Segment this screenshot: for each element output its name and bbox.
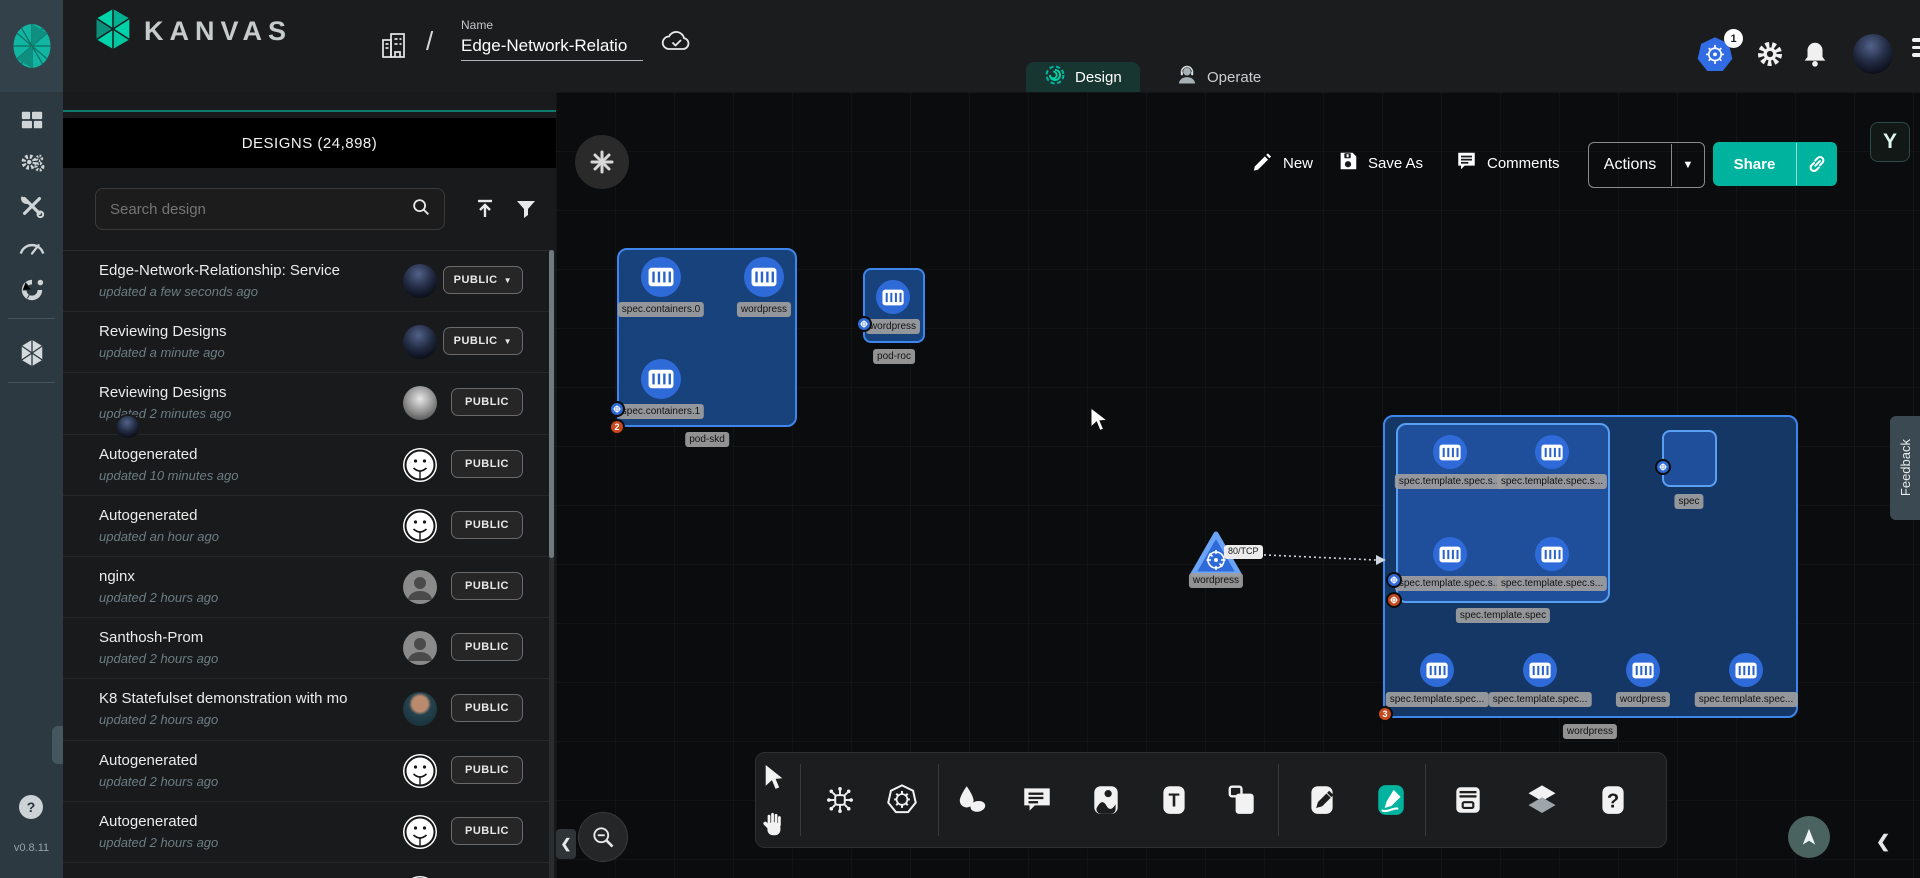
container-node[interactable] (641, 359, 681, 399)
group-label: pod-skd (685, 432, 729, 447)
container-node[interactable] (1626, 653, 1660, 687)
kubernetes-shapes-tool[interactable] (878, 776, 926, 824)
help-tool[interactable]: ? (1589, 776, 1637, 824)
node-label: spec.template.spec.s... (1395, 474, 1505, 489)
svg-text:?: ? (1607, 790, 1619, 812)
right-panel-toggle-label: Y (1883, 130, 1897, 154)
pod-badge (609, 401, 625, 417)
edge-service-to-deployment (1240, 542, 1392, 577)
group-label: wordpress (1563, 724, 1617, 739)
service-label: wordpress (1189, 573, 1243, 588)
container-node[interactable] (1433, 537, 1467, 571)
pan-hand-tool[interactable] (760, 810, 786, 840)
container-node[interactable] (876, 280, 910, 314)
container-node[interactable] (1420, 653, 1454, 687)
node-label: spec.template.spec... (1386, 692, 1489, 707)
service-port-label: 80/TCP (1224, 545, 1263, 559)
container-node[interactable] (1729, 653, 1763, 687)
issue-badge: 3 (1377, 706, 1393, 722)
kanvas-app: KANVAS / Name Edge-Network-Relatio 1 (0, 0, 1920, 878)
container-node[interactable] (744, 257, 784, 297)
pen-tool[interactable] (1298, 776, 1346, 824)
issue-badge (1386, 592, 1402, 608)
toolbar-divider (800, 764, 801, 836)
issue-badge: 2 (609, 419, 625, 435)
media-tool[interactable] (1082, 776, 1130, 824)
node-label: spec.template.spec.s... (1497, 474, 1607, 489)
comment-tool[interactable] (1013, 776, 1061, 824)
drawer-tool[interactable] (1444, 776, 1492, 824)
connect-nodes-tool[interactable] (816, 776, 864, 824)
feedback-label: Feedback (1898, 439, 1913, 496)
collaborator-avatar (115, 414, 141, 440)
container-node[interactable] (1433, 435, 1467, 469)
collapse-panel-chevron[interactable]: ❮ (556, 829, 576, 859)
mouse-cursor (1089, 407, 1109, 438)
group-spec[interactable] (1662, 430, 1717, 487)
pod-badge (856, 316, 872, 332)
shapes-tool[interactable] (948, 776, 996, 824)
zoom-out-button[interactable] (578, 812, 628, 862)
collapse-right-chevron[interactable]: ❮ (1876, 832, 1890, 852)
freehand-draw-tool[interactable] (1367, 776, 1415, 824)
toolbar-divider (938, 764, 939, 836)
right-panel-toggle[interactable]: Y (1870, 122, 1910, 162)
toolbar-divider (1425, 764, 1426, 836)
toolbar-divider (1278, 764, 1279, 836)
container-node[interactable] (641, 257, 681, 297)
pod-badge (1386, 572, 1402, 588)
center-view-button[interactable] (1788, 816, 1830, 858)
node-label: wordpress (866, 319, 920, 334)
node-label: spec.template.spec.s... (1395, 576, 1505, 591)
svg-text:T: T (1168, 790, 1179, 810)
container-node[interactable] (1535, 537, 1569, 571)
group-label: spec.template.spec (1456, 608, 1550, 623)
node-label: spec.template.spec... (1695, 692, 1798, 707)
pod-badge (1655, 459, 1671, 475)
group-label: pod-roc (873, 349, 915, 364)
node-label: spec.containers.1 (618, 404, 704, 419)
node-label: spec.template.spec... (1489, 692, 1592, 707)
container-node[interactable] (1535, 435, 1569, 469)
node-label: spec.template.spec.s... (1497, 576, 1607, 591)
container-node[interactable] (1523, 653, 1557, 687)
feedback-tab[interactable]: Feedback (1890, 416, 1920, 520)
rectangle-tool[interactable] (1218, 776, 1266, 824)
node-label: wordpress (1616, 692, 1670, 707)
group-label: spec (1674, 494, 1703, 509)
node-label: wordpress (737, 302, 791, 317)
design-canvas[interactable]: spec.containers.0 wordpress spec.container… (0, 0, 1920, 878)
text-tool[interactable]: T (1150, 776, 1198, 824)
node-label: spec.containers.0 (618, 302, 704, 317)
select-tool[interactable] (763, 764, 785, 792)
layers-tool[interactable] (1518, 776, 1566, 824)
